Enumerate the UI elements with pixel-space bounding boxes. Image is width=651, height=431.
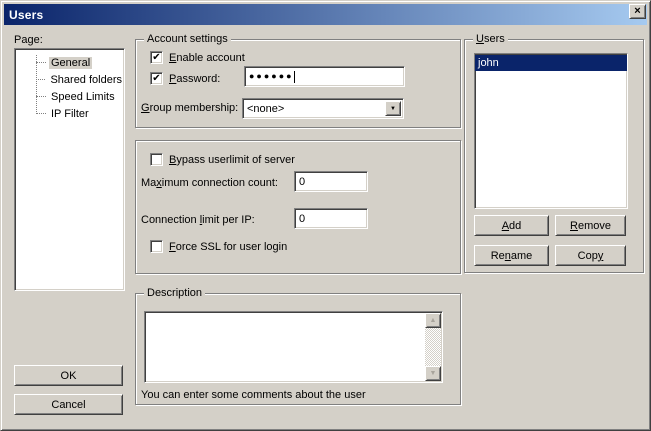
force-ssl-label: Force SSL for user login [169, 241, 287, 253]
connection-per-ip-input[interactable]: 0 [294, 208, 368, 229]
user-list-item[interactable]: john [475, 55, 627, 71]
password-value: ●●●●●● [249, 71, 294, 82]
close-button[interactable]: × [629, 4, 646, 19]
tree-item-speed-limits[interactable]: Speed Limits [15, 88, 124, 105]
account-settings-legend: Account settings [144, 32, 231, 46]
checkbox-box[interactable]: ✔ [150, 72, 163, 85]
remove-button[interactable]: Remove [555, 215, 626, 236]
scroll-up-button[interactable]: ▲ [425, 313, 441, 328]
password-label: Password: [169, 73, 220, 85]
users-listbox[interactable]: john [474, 53, 628, 209]
enable-account-checkbox[interactable]: ✔ Enable account [150, 51, 245, 64]
bypass-userlimit-checkbox[interactable]: Bypass userlimit of server [150, 153, 295, 166]
users-legend: Users [473, 32, 508, 46]
group-membership-value: <none> [247, 103, 284, 115]
checkbox-box[interactable] [150, 240, 163, 253]
check-icon: ✔ [152, 74, 160, 84]
bypass-userlimit-label: Bypass userlimit of server [169, 154, 295, 166]
group-membership-label: Group membership: [141, 102, 238, 114]
force-ssl-checkbox[interactable]: Force SSL for user login [150, 240, 287, 253]
password-checkbox[interactable]: ✔ Password: [150, 72, 220, 85]
max-connection-label: Maximum connection count: [141, 177, 278, 189]
group-membership-dropdown[interactable]: <none> ▼ [242, 98, 404, 119]
enable-account-label: Enable account [169, 52, 245, 64]
add-button[interactable]: Add [474, 215, 549, 236]
description-scrollbar[interactable]: ▲ ▼ [425, 313, 441, 381]
connection-per-ip-label: Connection limit per IP: [141, 214, 255, 226]
ok-button[interactable]: OK [14, 365, 123, 386]
check-icon: ✔ [152, 53, 160, 63]
title-bar[interactable]: Users [4, 4, 647, 25]
page-label: Page: [14, 34, 43, 46]
page-tree[interactable]: General Shared folders Speed Limits IP F… [14, 48, 125, 291]
description-legend: Description [144, 286, 205, 300]
chevron-down-icon: ▼ [390, 106, 396, 112]
max-connection-input[interactable]: 0 [294, 171, 368, 192]
password-input[interactable]: ●●●●●● [244, 66, 405, 87]
close-icon: × [634, 6, 640, 17]
scroll-down-button[interactable]: ▼ [425, 366, 441, 381]
copy-button[interactable]: Copy [555, 245, 626, 266]
tree-item-ip-filter[interactable]: IP Filter [15, 105, 124, 122]
window-title: Users [9, 8, 43, 22]
text-caret [294, 71, 295, 83]
checkbox-box[interactable] [150, 153, 163, 166]
scroll-up-icon: ▲ [430, 317, 437, 324]
description-hint: You can enter some comments about the us… [141, 389, 366, 401]
cancel-button[interactable]: Cancel [14, 394, 123, 415]
dropdown-button[interactable]: ▼ [385, 101, 401, 116]
tree-item-general[interactable]: General [15, 54, 124, 71]
checkbox-box[interactable]: ✔ [150, 51, 163, 64]
scroll-down-icon: ▼ [430, 370, 437, 377]
rename-button[interactable]: Rename [474, 245, 549, 266]
tree-item-shared-folders[interactable]: Shared folders [15, 71, 124, 88]
description-textarea[interactable]: ▲ ▼ [144, 311, 443, 383]
users-dialog: Users × Page: General Shared folders Spe… [0, 0, 651, 431]
